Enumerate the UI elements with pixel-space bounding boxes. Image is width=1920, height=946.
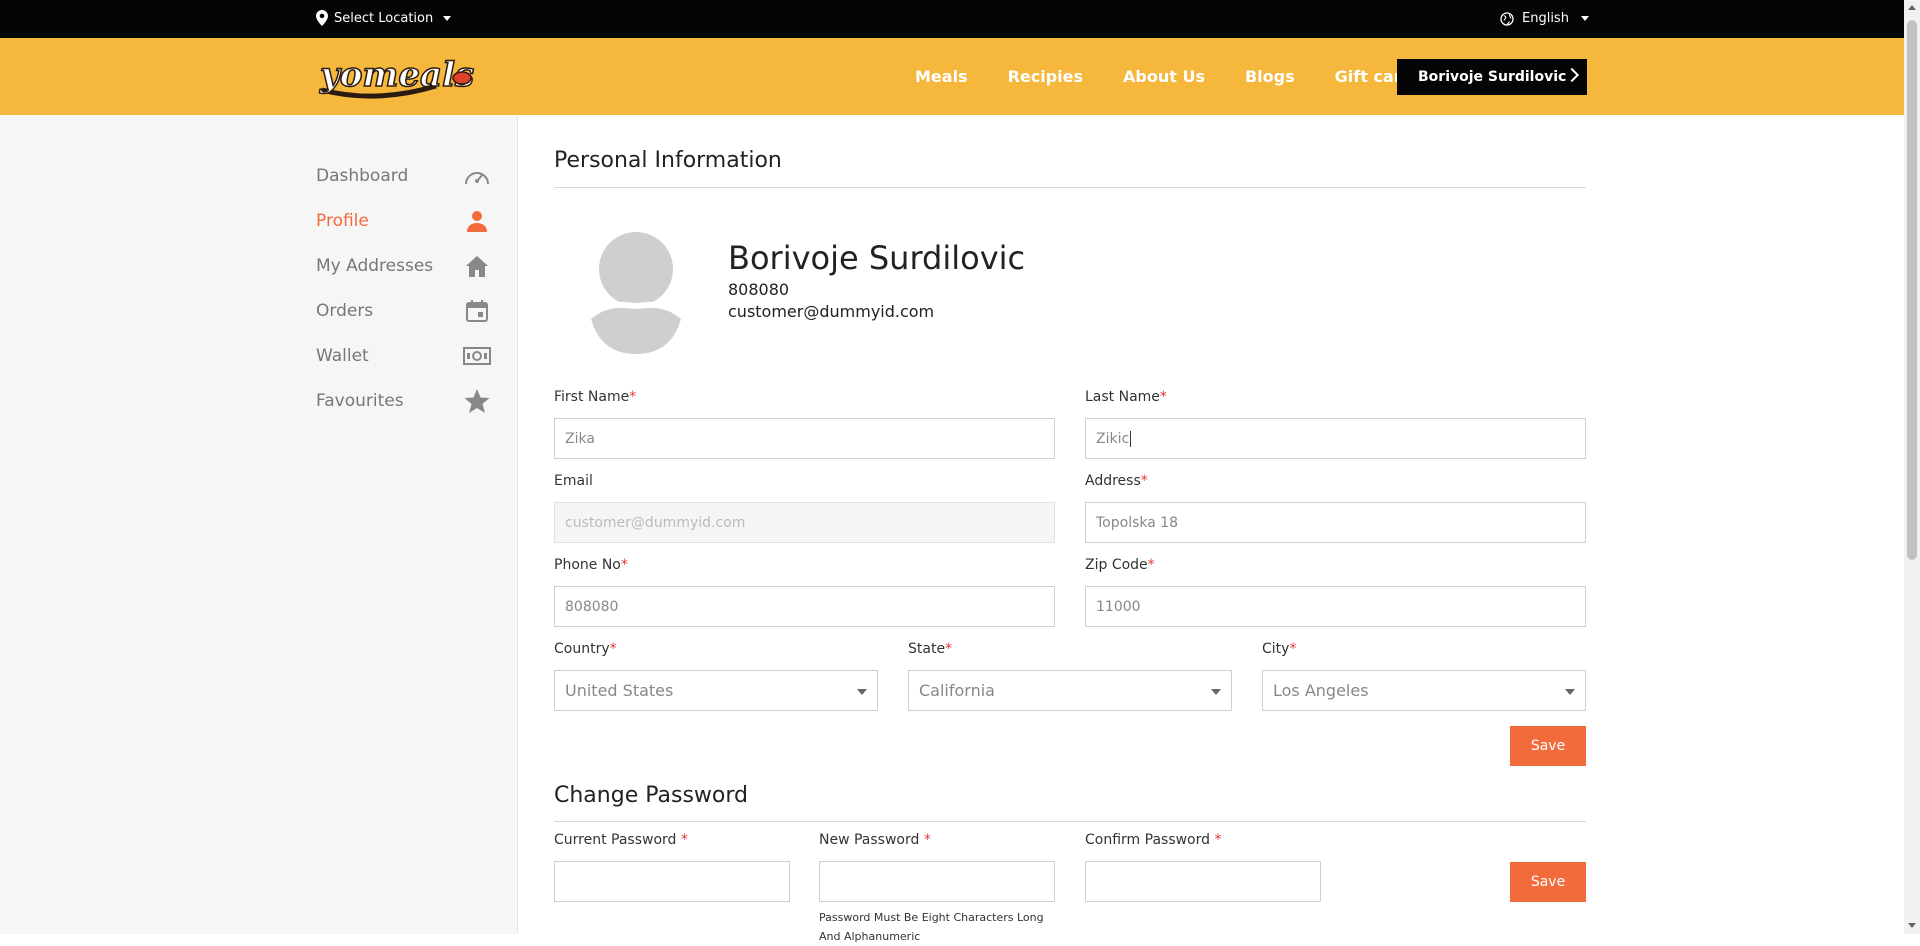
main-header: yomeals Meals Recipies About Us Blogs Gi… <box>0 38 1904 115</box>
profile-name: Borivoje Surdilovic <box>728 239 1026 277</box>
chevron-down-icon <box>1580 16 1589 21</box>
confirm-password-label: Confirm Password * <box>1085 832 1222 848</box>
country-label: Country* <box>554 641 617 657</box>
sidebar-item-dashboard[interactable]: Dashboard <box>316 161 491 191</box>
state-label: State* <box>908 641 953 657</box>
chevron-down-icon <box>1565 689 1575 695</box>
zip-code-input[interactable]: 11000 <box>1085 586 1586 627</box>
scrollbar-thumb[interactable] <box>1907 20 1917 560</box>
sidebar-item-label: My Addresses <box>316 256 434 276</box>
new-password-label: New Password * <box>819 832 931 848</box>
yomeals-logo[interactable]: yomeals <box>316 46 476 106</box>
country-select[interactable]: United States <box>554 670 878 711</box>
user-account-button[interactable]: Borivoje Surdilovic <box>1397 59 1587 95</box>
zip-code-label: Zip Code* <box>1085 557 1155 573</box>
sidebar-item-label: Dashboard <box>316 166 409 186</box>
sidebar-item-wallet[interactable]: Wallet <box>316 341 491 371</box>
sidebar-item-my-addresses[interactable]: My Addresses <box>316 251 491 281</box>
avatar-placeholder-icon <box>580 232 692 354</box>
first-name-input[interactable]: Zika <box>554 418 1055 459</box>
city-select[interactable]: Los Angeles <box>1262 670 1586 711</box>
nav-recipies[interactable]: Recipies <box>1008 67 1083 86</box>
top-utility-bar: Select Location English <box>0 0 1904 38</box>
phone-label: Phone No* <box>554 557 628 573</box>
nav-blogs[interactable]: Blogs <box>1245 67 1295 86</box>
divider <box>554 187 1586 188</box>
main-nav: Meals Recipies About Us Blogs Gift card <box>915 38 1413 115</box>
user-name-label: Borivoje Surdilovic <box>1418 69 1567 85</box>
sidebar-item-label: Orders <box>316 301 374 321</box>
save-personal-button[interactable]: Save <box>1510 726 1586 766</box>
svg-text:yomeals: yomeals <box>319 55 474 95</box>
location-pin-icon <box>316 10 328 26</box>
location-label: Select Location <box>334 10 434 26</box>
nav-meals[interactable]: Meals <box>915 67 968 86</box>
section-title-personal: Personal Information <box>554 148 782 173</box>
speedometer-icon <box>463 162 491 190</box>
last-name-input[interactable]: Zikic <box>1085 418 1586 459</box>
section-title-password: Change Password <box>554 783 748 808</box>
password-hint: Password Must Be Eight Characters Long A… <box>819 911 1044 943</box>
money-icon <box>463 342 491 370</box>
current-password-input[interactable] <box>554 861 790 902</box>
profile-email: customer@dummyid.com <box>728 302 935 321</box>
save-password-button[interactable]: Save <box>1510 862 1586 902</box>
star-icon <box>463 387 491 415</box>
new-password-input[interactable] <box>819 861 1055 902</box>
address-label: Address* <box>1085 473 1148 489</box>
email-label: Email <box>554 473 593 489</box>
first-name-label: First Name* <box>554 389 637 405</box>
globe-icon <box>1500 11 1514 26</box>
email-input: customer@dummyid.com <box>554 502 1055 543</box>
chevron-down-icon <box>857 689 867 695</box>
address-input[interactable]: Topolska 18 <box>1085 502 1586 543</box>
account-sidebar: Dashboard Profile My Addresses Orders Wa… <box>0 115 518 934</box>
city-label: City* <box>1262 641 1297 657</box>
location-selector[interactable]: Select Location <box>316 10 452 26</box>
sidebar-item-favourites[interactable]: Favourites <box>316 386 491 416</box>
confirm-password-input[interactable] <box>1085 861 1321 902</box>
sidebar-item-profile[interactable]: Profile <box>316 206 491 236</box>
chevron-down-icon <box>443 15 452 21</box>
last-name-label: Last Name* <box>1085 389 1167 405</box>
profile-phone: 808080 <box>728 280 790 299</box>
language-label: English <box>1522 11 1569 26</box>
home-icon <box>463 252 491 280</box>
state-select[interactable]: California <box>908 670 1232 711</box>
sidebar-item-orders[interactable]: Orders <box>316 296 491 326</box>
language-selector[interactable]: English <box>1500 11 1589 26</box>
person-icon <box>463 207 491 235</box>
sidebar-item-label: Wallet <box>316 346 369 366</box>
sidebar-item-label: Favourites <box>316 391 404 411</box>
phone-input[interactable]: 808080 <box>554 586 1055 627</box>
scroll-up-arrow-icon[interactable] <box>1908 5 1916 10</box>
calendar-icon <box>463 297 491 325</box>
chevron-down-icon <box>1211 689 1221 695</box>
chevron-right-icon <box>1564 67 1580 83</box>
divider <box>554 821 1586 822</box>
current-password-label: Current Password * <box>554 832 688 848</box>
sidebar-item-label: Profile <box>316 211 369 231</box>
nav-about-us[interactable]: About Us <box>1123 67 1205 86</box>
scroll-down-arrow-icon[interactable] <box>1908 923 1916 928</box>
